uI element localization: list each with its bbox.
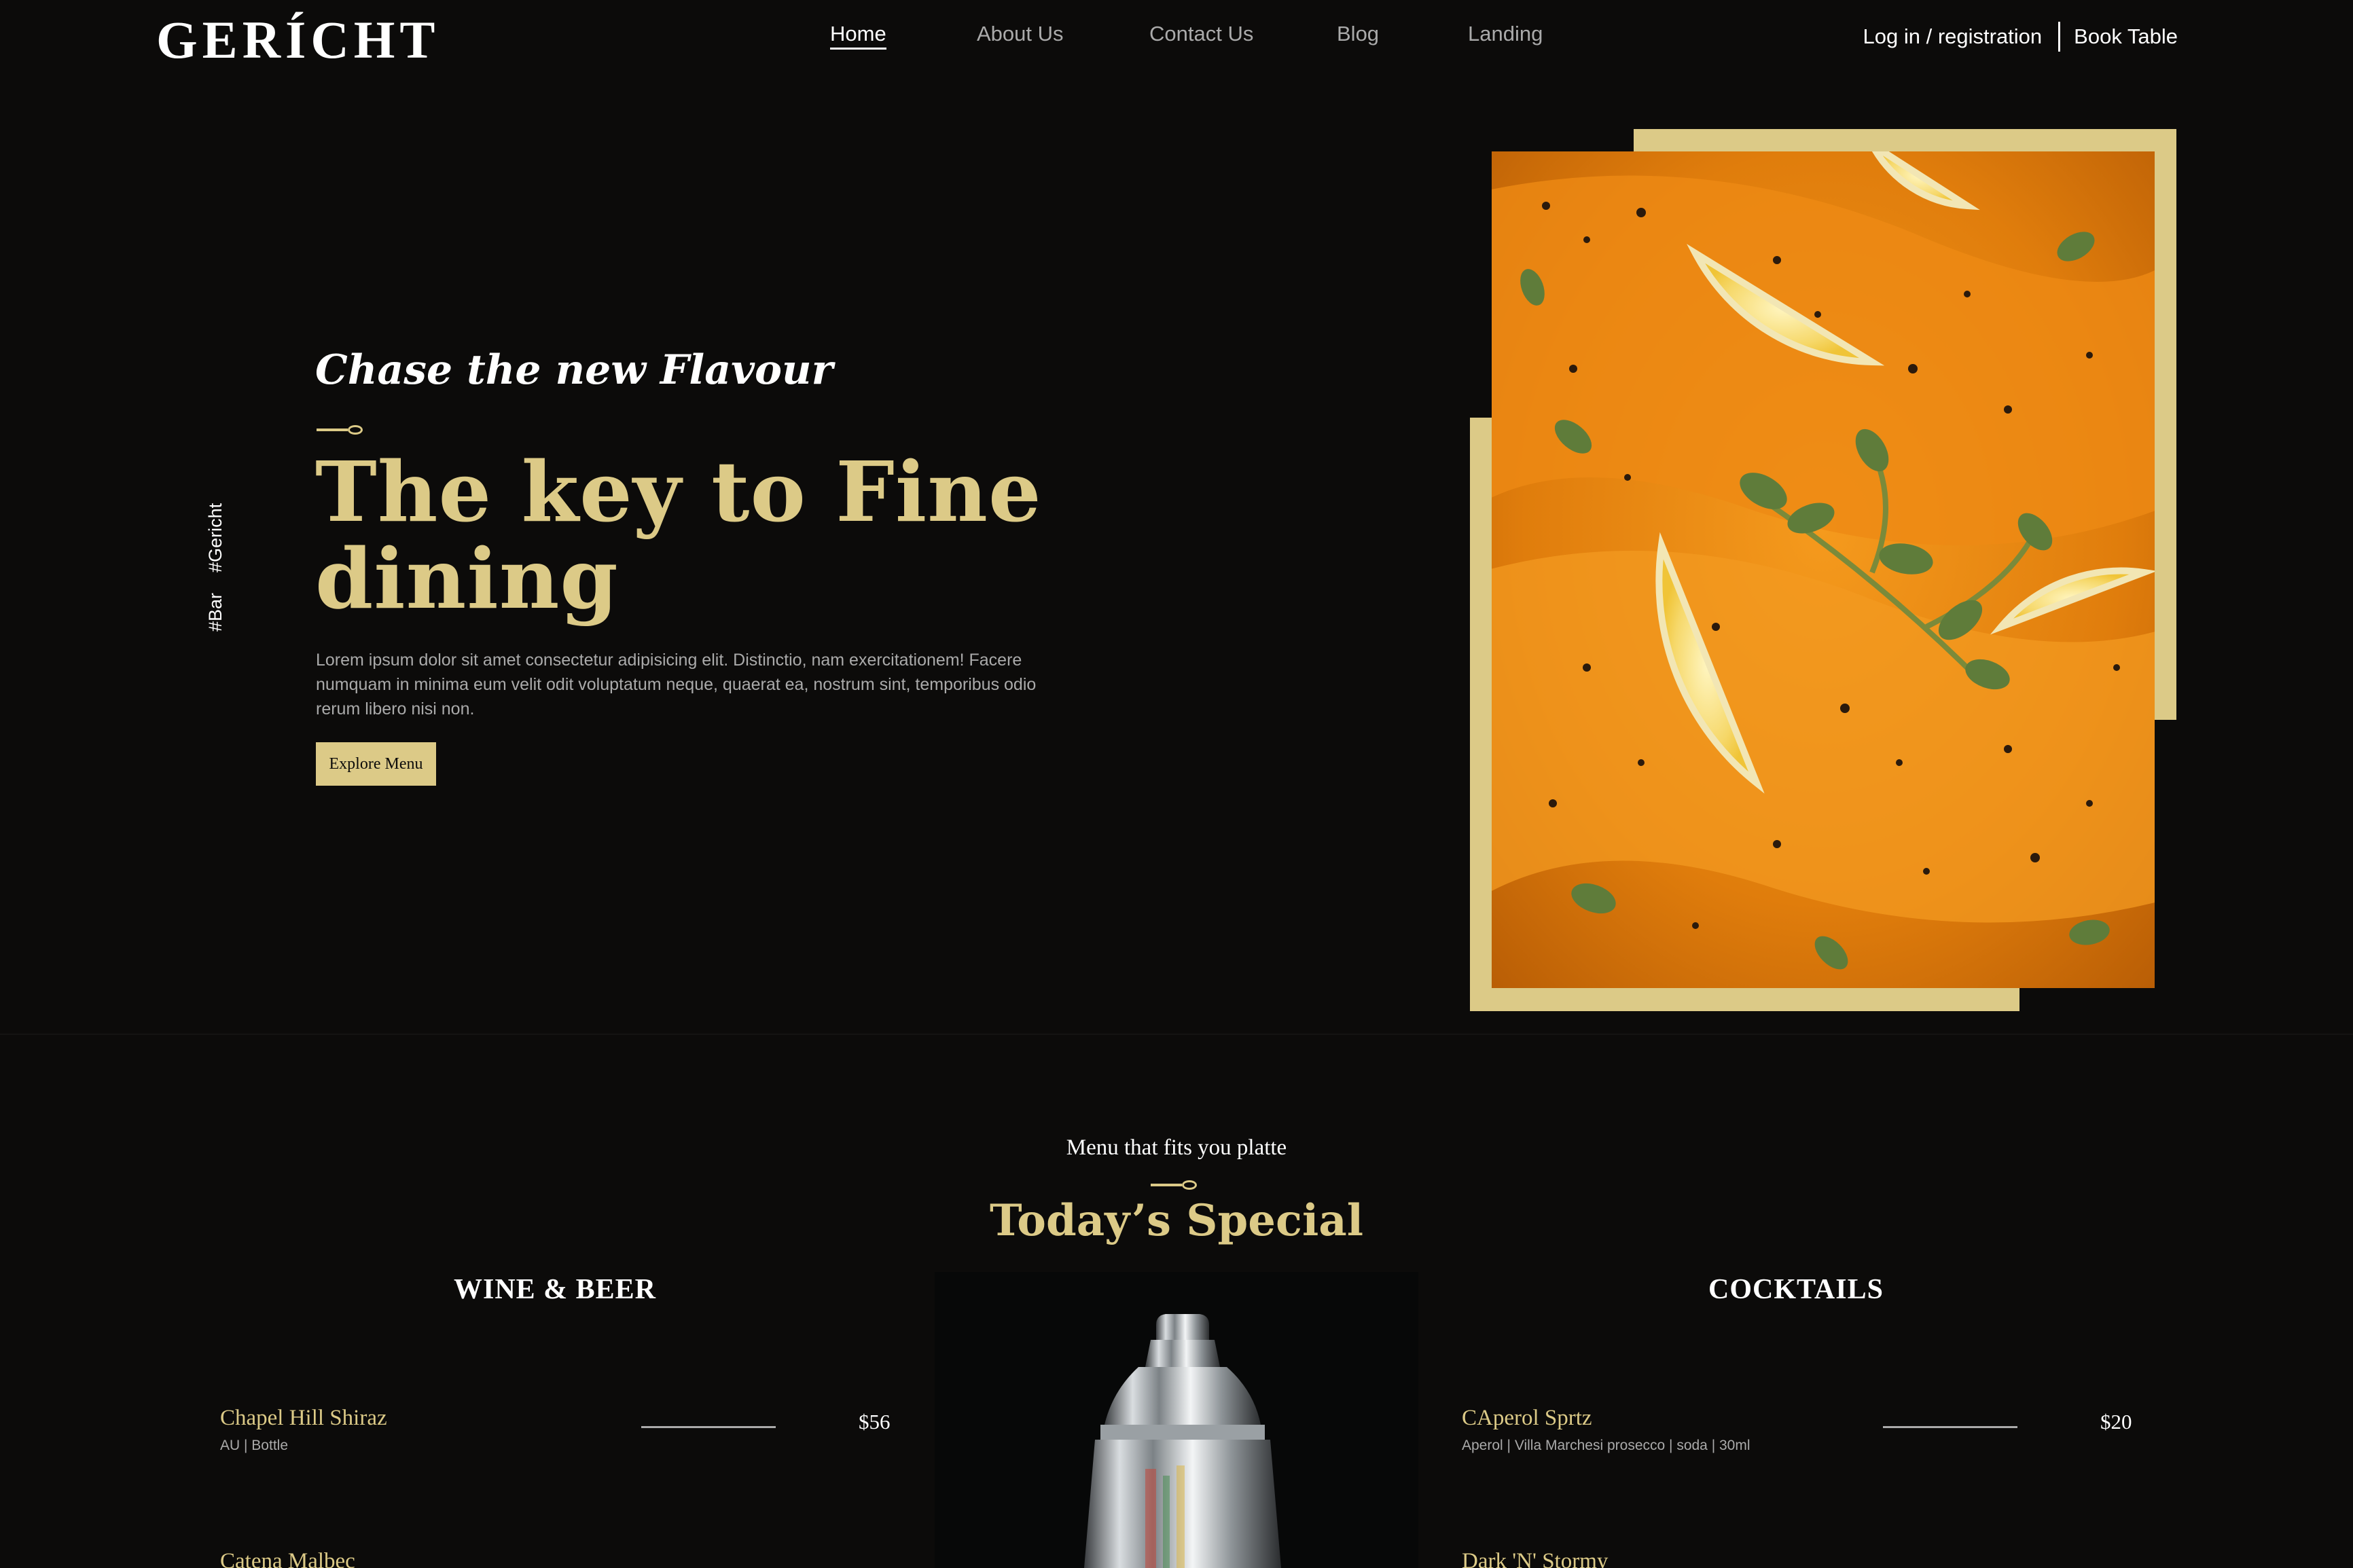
wine-beer-heading: WINE & BEER <box>453 1274 657 1305</box>
menu-item-price: $20 <box>2100 1410 2132 1434</box>
special-title: Today’s Special <box>989 1195 1364 1246</box>
nav-link-landing[interactable]: Landing <box>1468 22 1543 46</box>
hero-description: Lorem ipsum dolor sit amet consectetur a… <box>316 651 1037 718</box>
nav-link-blog[interactable]: Blog <box>1337 22 1379 46</box>
todays-special-section: Menu that fits you platte Today’s Specia… <box>0 1036 2353 1568</box>
nav-link-about-us[interactable]: About Us <box>977 22 1064 46</box>
spoon-icon <box>1151 1180 1197 1190</box>
hero-title: The key to Fine dining <box>315 443 1042 627</box>
menu-item: Chapel Hill Shiraz $56 AU | Bottle <box>220 1406 899 1467</box>
cocktail-shaker-image <box>935 1272 1418 1568</box>
nav-divider <box>2058 22 2061 52</box>
book-table-link[interactable]: Book Table <box>2074 24 2178 49</box>
cocktails-heading: COCKTAILS <box>1708 1274 1884 1305</box>
menu-item-name: Dark 'N' Stormy <box>1462 1549 1609 1568</box>
menu-item-tags: Aperol | Villa Marchesi prosecco | soda … <box>1462 1438 1750 1453</box>
special-subtitle: Menu that fits you platte <box>1066 1135 1287 1160</box>
login-registration-link[interactable]: Log in / registration <box>1863 24 2043 49</box>
side-tag-bar: #Bar <box>205 592 226 632</box>
menu-item-price: $56 <box>859 1410 891 1434</box>
brand-logo[interactable]: GERÍCHT <box>156 10 439 71</box>
side-tag-gericht: #Gericht <box>205 503 226 572</box>
side-tags: #Bar #Gericht <box>205 503 226 632</box>
spoon-icon <box>317 425 363 435</box>
menu-item-name: CAperol Sprtz <box>1462 1406 1592 1430</box>
menu-item: CAperol Sprtz $20 Aperol | Villa Marches… <box>1462 1406 2141 1467</box>
nav-link-contact-us[interactable]: Contact Us <box>1149 22 1253 46</box>
menu-item-tags: AU | Bottle <box>220 1438 288 1453</box>
hero-subtitle: Chase the new Flavour <box>315 346 833 394</box>
hero-section: #Bar #Gericht Chase the new Flavour The … <box>0 88 2353 1036</box>
explore-menu-button[interactable]: Explore Menu <box>316 742 436 786</box>
salmon-dish-image <box>1492 151 2155 988</box>
menu-item-divider <box>1883 1426 2017 1428</box>
menu-item-name: Chapel Hill Shiraz <box>220 1406 387 1430</box>
menu-item: Catena Malbec <box>220 1549 899 1568</box>
menu-item-name: Catena Malbec <box>220 1549 355 1568</box>
menu-item: Dark 'N' Stormy <box>1462 1549 2141 1568</box>
nav-right: Log in / registration Book Table <box>1863 22 2178 52</box>
section-divider <box>0 1034 2353 1035</box>
nav-link-home[interactable]: Home <box>830 22 886 50</box>
menu-item-divider <box>641 1426 776 1428</box>
navbar: GERÍCHT Home About Us Contact Us Blog La… <box>0 0 2353 88</box>
